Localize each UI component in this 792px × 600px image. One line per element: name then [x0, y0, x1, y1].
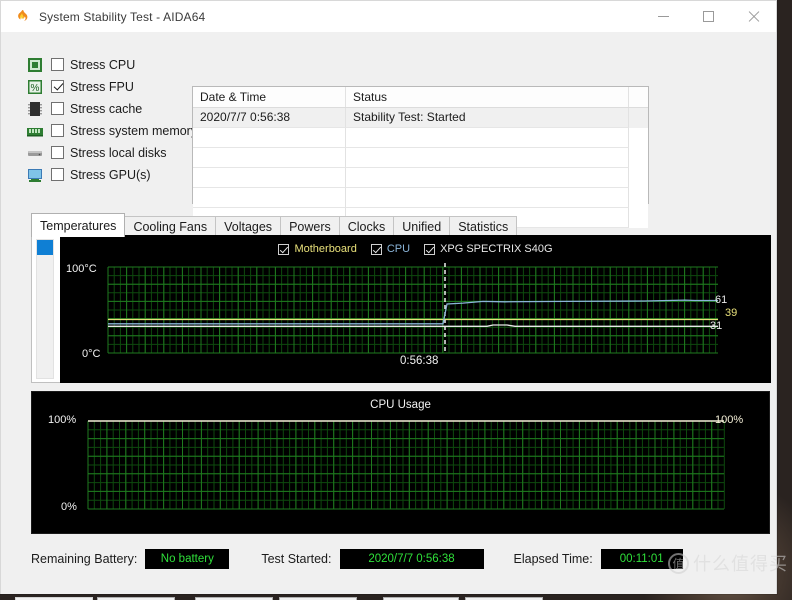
test-started-label: Test Started:: [261, 552, 332, 566]
table-row-empty: [193, 128, 648, 148]
cpu-usage-panel: CPU Usage 100% 0% 100%: [31, 391, 770, 534]
log-cell-empty: [346, 188, 629, 208]
tab-powers[interactable]: Powers: [280, 216, 340, 237]
battery-label: Remaining Battery:: [31, 552, 138, 566]
stress-option-label: Stress local disks: [70, 145, 167, 160]
cpu-value-right-label: 100%: [715, 414, 744, 426]
stress-option-label: Stress GPU(s): [70, 167, 151, 182]
stress-option-checkbox[interactable]: [51, 58, 64, 71]
log-col-status: Status: [346, 87, 629, 107]
cpu-axis-top-label: 100%: [48, 414, 77, 426]
minimize-icon: [658, 16, 669, 17]
stress-option-label: Stress system memory: [70, 123, 198, 138]
tab-clocks[interactable]: Clocks: [338, 216, 395, 237]
window-client-area: Stress CPU% Stress FPU Stress cache Stress …: [1, 32, 776, 600]
button-bar: StartStopClearSaveCPUIDPreferences: [1, 592, 778, 600]
stress-option-label: Stress CPU: [70, 57, 136, 72]
stress-option-row[interactable]: Stress CPU: [27, 54, 187, 75]
temp-value-motherboard: 39: [725, 307, 738, 320]
log-cell-empty: [193, 188, 346, 208]
screenshot-root: System Stability Test - AIDA64 Stress CP…: [0, 0, 792, 600]
cpu-axis-bottom-label: 0%: [61, 501, 77, 513]
stress-option-row[interactable]: % Stress FPU: [27, 76, 187, 97]
elapsed-time-value: 00:11:01: [600, 549, 683, 569]
stress-options-list: Stress CPU% Stress FPU Stress cache Stress …: [27, 54, 197, 186]
close-icon: [748, 11, 760, 23]
memory-module-icon: [27, 123, 43, 139]
window-title: System Stability Test - AIDA64: [39, 9, 206, 24]
stress-option-label: Stress cache: [70, 101, 143, 116]
gpu-monitor-icon: [27, 167, 43, 183]
close-button[interactable]: [731, 1, 776, 32]
window-titlebar[interactable]: System Stability Test - AIDA64: [1, 1, 776, 32]
stress-option-checkbox[interactable]: [51, 124, 64, 137]
elapsed-time-label: Elapsed Time:: [513, 552, 593, 566]
stress-option-checkbox[interactable]: [51, 102, 64, 115]
log-cell-empty: [193, 128, 346, 148]
log-cell-empty: [346, 148, 629, 168]
status-log-table[interactable]: Date & Time Status 2020/7/7 0:56:38 Stabi…: [192, 86, 649, 228]
cache-chip-icon: [27, 101, 43, 117]
tab-unified[interactable]: Unified: [393, 216, 451, 237]
log-cell-empty: [346, 168, 629, 188]
table-row-empty: [193, 168, 648, 188]
stress-option-row[interactable]: Stress local disks: [27, 142, 187, 163]
table-row-empty: [193, 188, 648, 208]
flame-icon: [14, 9, 30, 25]
table-row-empty: [193, 148, 648, 168]
temp-value-ssd: 31: [710, 320, 723, 333]
temperatures-panel: Motherboard CPU XPG SPECTRIX S40G 100°C 0°…: [31, 235, 771, 383]
tab-temperatures[interactable]: Temperatures: [31, 213, 126, 237]
temp-time-marker-label: 0:56:38: [400, 355, 439, 367]
log-cell-status: Stability Test: Started: [346, 108, 629, 128]
stress-option-checkbox[interactable]: [51, 80, 64, 93]
temperatures-scrollbar[interactable]: [36, 239, 54, 379]
log-cell-empty: [346, 128, 629, 148]
temperatures-chart: Motherboard CPU XPG SPECTRIX S40G 100°C 0°…: [60, 235, 771, 383]
svg-text:%: %: [31, 83, 40, 94]
aida64-stability-window: System Stability Test - AIDA64 Stress CP…: [0, 0, 777, 600]
maximize-icon: [703, 11, 714, 22]
stress-option-checkbox[interactable]: [51, 168, 64, 181]
window-controls: [641, 1, 776, 32]
stress-option-label: Stress FPU: [70, 79, 134, 94]
maximize-button[interactable]: [686, 1, 731, 32]
stress-option-row[interactable]: Stress system memory: [27, 120, 197, 141]
chart-tabs: Temperatures Cooling Fans Voltages Powers Cl…: [31, 213, 518, 237]
fpu-percent-icon: %: [27, 79, 43, 95]
tab-statistics[interactable]: Statistics: [449, 216, 518, 237]
cpu-usage-plot: [87, 420, 725, 510]
log-cell-empty: [193, 168, 346, 188]
hard-disk-icon: [27, 145, 43, 161]
log-table-header: Date & Time Status: [193, 87, 648, 108]
log-table-body: 2020/7/7 0:56:38 Stability Test: Started: [193, 108, 648, 228]
tab-voltages[interactable]: Voltages: [215, 216, 282, 237]
scrollbar-thumb[interactable]: [37, 240, 53, 255]
log-col-datetime: Date & Time: [193, 87, 346, 107]
cpu-chip-icon: [27, 57, 43, 73]
minimize-button[interactable]: [641, 1, 686, 32]
table-row[interactable]: 2020/7/7 0:56:38 Stability Test: Started: [193, 108, 648, 128]
stress-option-row[interactable]: Stress cache: [27, 98, 187, 119]
stress-option-row[interactable]: Stress GPU(s): [27, 164, 187, 185]
tab-cooling-fans[interactable]: Cooling Fans: [124, 216, 217, 237]
test-started-value: 2020/7/7 0:56:38: [339, 549, 484, 569]
log-cell-datetime: 2020/7/7 0:56:38: [193, 108, 346, 128]
battery-value: No battery: [145, 549, 230, 569]
temp-value-cpu: 61: [715, 293, 728, 306]
status-bar: Remaining Battery: No battery Test Start…: [31, 547, 770, 571]
stress-option-checkbox[interactable]: [51, 146, 64, 159]
log-cell-empty: [193, 148, 346, 168]
